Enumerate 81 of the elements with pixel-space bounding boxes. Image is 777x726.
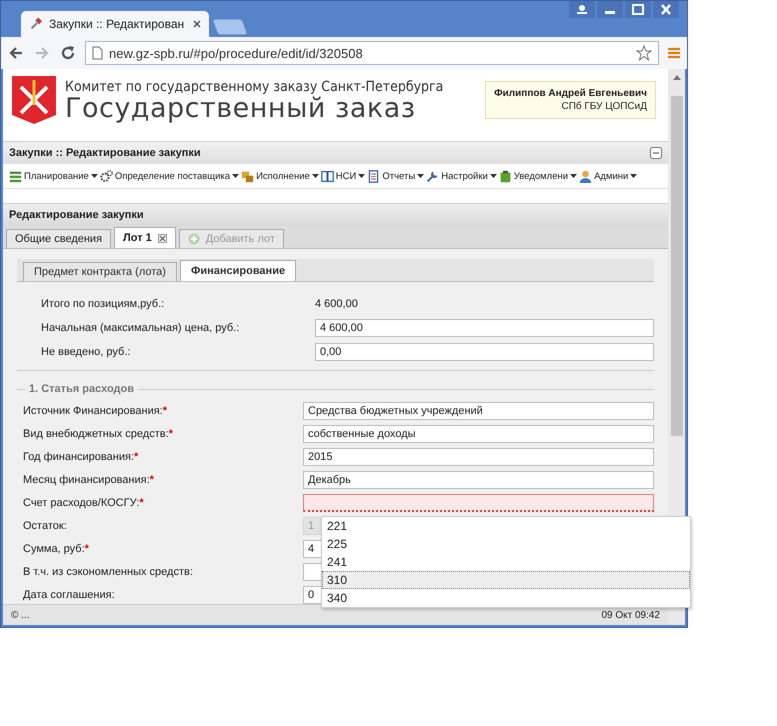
user-organization: СПб ГБУ ЦОПСиД	[561, 101, 647, 112]
dropdown-option[interactable]: 310	[322, 571, 690, 589]
input-field[interactable]: собственные доходы	[303, 425, 654, 443]
field-label: В т.ч. из сэкономленных средств:	[23, 566, 194, 578]
menu-item[interactable]: Уведомлени	[498, 170, 578, 182]
menu-item[interactable]: Определение поставщика	[100, 170, 240, 182]
url-text: new.gz-spb.ru/#po/procedure/edit/id/320508	[109, 46, 364, 60]
caret-icon	[232, 174, 240, 178]
book-icon	[320, 170, 334, 182]
tab[interactable]: Предмет контракта (лота)	[23, 262, 177, 281]
status-datetime: 09 Окт 09:42	[601, 610, 660, 620]
star-icon[interactable]	[636, 45, 652, 61]
field-label: Источник Финансирования:*	[23, 405, 168, 417]
close-icon[interactable]	[158, 234, 167, 242]
input-field[interactable]: Средства бюджетных учреждений	[303, 402, 654, 420]
address-bar[interactable]: new.gz-spb.ru/#po/procedure/edit/id/320508	[85, 41, 659, 65]
field-label: Год финансирования:*	[23, 451, 140, 463]
maximize-icon[interactable]	[625, 1, 651, 18]
plus-icon	[188, 233, 200, 245]
editor-title: Редактирование закупки	[3, 203, 668, 226]
input-field[interactable]	[303, 494, 654, 512]
field-label: Остаток:	[23, 520, 68, 532]
up-arrow-icon[interactable]	[672, 75, 680, 80]
user-name: Филиппов Андрей Евгеньевич	[494, 88, 647, 99]
menu-item[interactable]: НСИ	[320, 170, 366, 182]
report-icon	[367, 170, 380, 182]
field-value: 4 600,00	[315, 298, 359, 310]
caret-icon	[90, 174, 98, 178]
field-label: Дата соглашения:	[23, 589, 116, 601]
close-icon[interactable]	[653, 1, 679, 18]
close-icon[interactable]	[193, 20, 201, 28]
field-label: Начальная (максимальная) цена, руб.:	[41, 322, 240, 334]
caret-icon	[630, 174, 638, 178]
field-label: Сумма, руб:*	[23, 543, 90, 555]
collapse-icon[interactable]	[650, 147, 662, 159]
dropdown-option[interactable]: 221	[322, 517, 690, 535]
coat-of-arms-icon	[11, 75, 57, 125]
list-icon	[9, 170, 22, 182]
field-label: Счет расходов/КОСГУ:*	[23, 497, 145, 509]
menu-item[interactable]: Отчеты	[367, 170, 424, 182]
field-label: Итого по позициям,руб.:	[41, 298, 166, 310]
gears-icon	[100, 170, 113, 182]
caret-icon	[490, 174, 497, 178]
menu-item[interactable]: Исполнение	[241, 170, 319, 182]
field-label: Месяц финансирования:*	[23, 474, 155, 486]
tab[interactable]: Финансирование	[180, 260, 296, 281]
profile-icon[interactable]	[569, 1, 595, 18]
page-icon	[92, 46, 103, 60]
wrench-icon	[426, 170, 440, 182]
caret-icon	[570, 174, 578, 178]
clipboard-icon	[498, 170, 512, 182]
panel-title: Закупки :: Редактирование закупки	[9, 147, 202, 159]
input-field[interactable]: 2015	[303, 448, 654, 466]
tab[interactable]: Лот 1	[114, 227, 176, 248]
section-title: 1. Статья расходов	[29, 383, 134, 395]
reload-icon[interactable]	[59, 44, 77, 62]
field-label: Вид внебюджетных средств:*	[23, 428, 174, 440]
boxes-icon	[241, 170, 254, 182]
menu-item[interactable]: Планирование	[9, 170, 98, 182]
menu-item[interactable]: Админи	[579, 170, 638, 182]
dropdown-option[interactable]: 225	[322, 535, 690, 553]
browser-tab[interactable]: Закупки :: Редактирован	[21, 11, 209, 37]
status-text: © ...	[11, 610, 30, 620]
input-field[interactable]: 4 600,00	[315, 319, 654, 337]
organization-name: Комитет по государственному заказу Санкт-Петербурга	[65, 78, 444, 94]
dropdown-option[interactable]: 340	[322, 589, 690, 607]
caret-icon	[358, 174, 366, 178]
caret-icon	[417, 174, 424, 178]
site-title: Государственный заказ	[65, 94, 416, 122]
field-label: Не введено, руб.:	[41, 346, 132, 358]
tab-title: Закупки :: Редактирован	[49, 17, 186, 31]
gavel-icon	[29, 17, 43, 31]
input-field[interactable]: Декабрь	[303, 471, 654, 489]
menu-item[interactable]: Настройки	[426, 170, 497, 182]
input-field[interactable]: 0,00	[315, 343, 654, 361]
tab[interactable]: Общие сведения	[6, 229, 112, 248]
caret-icon	[312, 174, 319, 178]
person-icon	[579, 170, 592, 182]
dropdown-option[interactable]: 241	[322, 553, 690, 571]
minimize-icon[interactable]	[597, 1, 623, 18]
menu-icon[interactable]	[667, 46, 681, 60]
